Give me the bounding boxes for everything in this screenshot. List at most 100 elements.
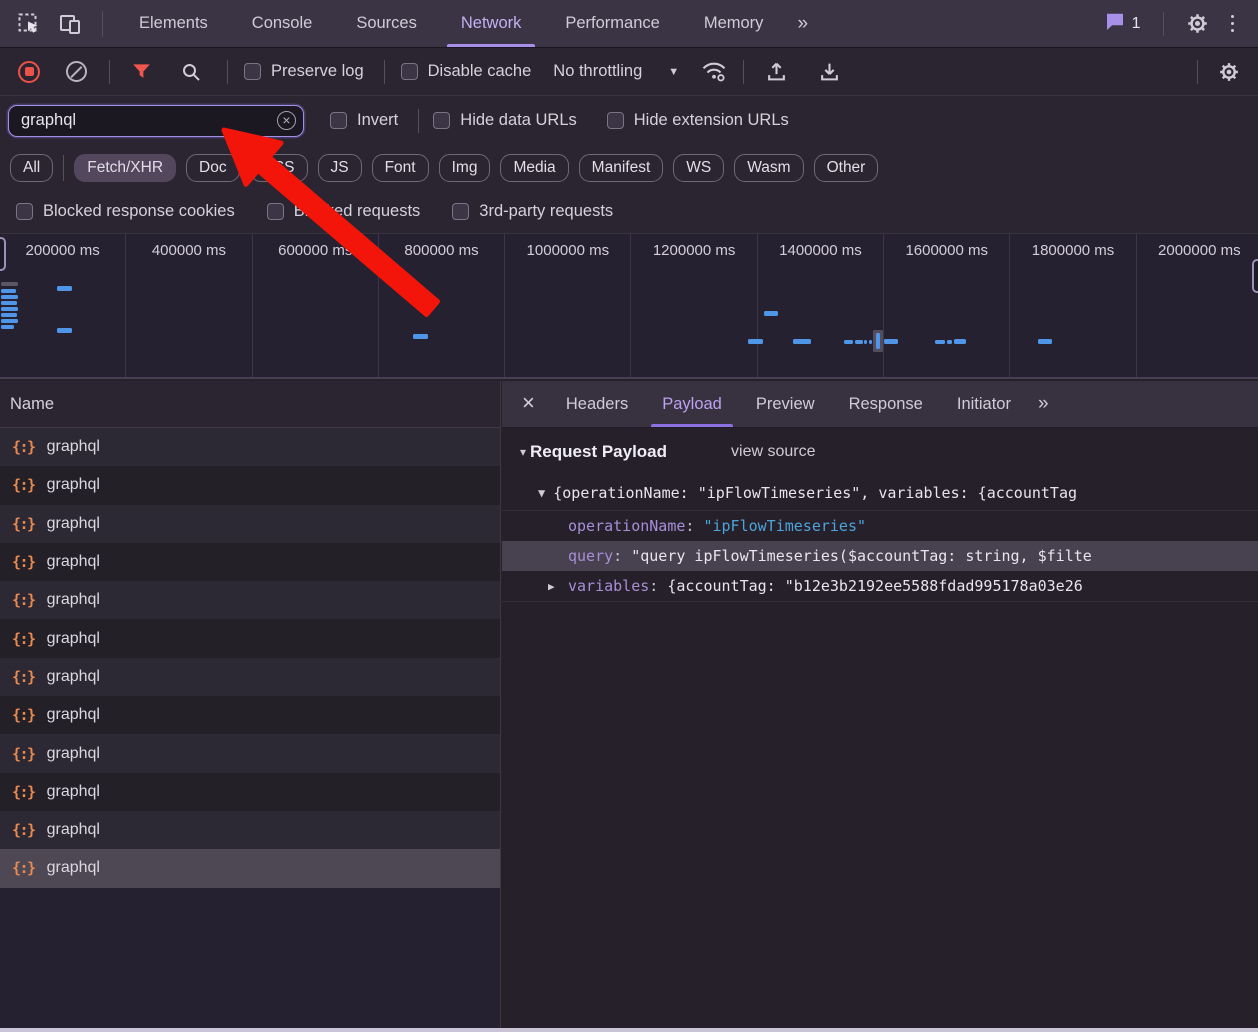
hide-extension-urls-checkbox[interactable] <box>607 112 624 129</box>
tab-elements[interactable]: Elements <box>117 0 230 47</box>
request-row[interactable]: {:}graphql <box>0 543 500 581</box>
tab-console[interactable]: Console <box>230 0 335 47</box>
chip-css[interactable]: CSS <box>250 154 308 182</box>
waterfall-bar <box>793 339 811 344</box>
blocked-requests-checkbox[interactable] <box>267 203 284 220</box>
network-overview-timeline[interactable]: 200000 ms400000 ms600000 ms800000 ms1000… <box>0 233 1258 379</box>
payload-entry-variables[interactable]: ▶variables: {accountTag: "b12e3b2192ee55… <box>502 571 1258 601</box>
waterfall-bar <box>876 333 880 349</box>
request-row[interactable]: {:}graphql <box>0 466 500 504</box>
checkbox-label: Blocked response cookies <box>43 202 235 221</box>
chip-fetch-xhr[interactable]: Fetch/XHR <box>74 154 176 182</box>
chip-all[interactable]: All <box>10 154 53 182</box>
request-row[interactable]: {:}graphql <box>0 734 500 772</box>
request-name: graphql <box>47 630 100 648</box>
expand-icon[interactable]: ▶ <box>548 580 564 593</box>
chip-other[interactable]: Other <box>814 154 879 182</box>
expand-icon[interactable]: ▼ <box>538 486 545 500</box>
request-row[interactable]: {:}graphql <box>0 428 500 466</box>
waterfall-bar <box>764 311 778 316</box>
details-tab-payload[interactable]: Payload <box>645 381 739 427</box>
chip-img[interactable]: Img <box>439 154 491 182</box>
disable-cache-checkbox[interactable] <box>401 63 418 80</box>
import-har-icon[interactable] <box>758 61 795 82</box>
hide-data-urls-checkbox[interactable] <box>433 112 450 129</box>
clear-icon[interactable] <box>66 61 87 82</box>
network-conditions-icon[interactable] <box>701 61 727 82</box>
preserve-log-label: Preserve log <box>271 62 364 81</box>
invert-checkbox[interactable] <box>330 112 347 129</box>
payload-entry-operationName[interactable]: operationName: "ipFlowTimeseries" <box>502 511 1258 541</box>
key-separator: : <box>685 517 703 535</box>
request-row[interactable]: {:}graphql <box>0 849 500 887</box>
close-details-icon[interactable]: × <box>502 390 549 418</box>
more-tabs-icon[interactable]: » <box>785 13 818 35</box>
network-settings-gear-icon[interactable] <box>1208 61 1258 83</box>
tab-sources[interactable]: Sources <box>334 0 439 47</box>
fetch-xhr-icon: {:} <box>12 668 35 686</box>
name-column-header[interactable]: Name <box>0 381 500 428</box>
chip-media[interactable]: Media <box>500 154 568 182</box>
chevron-down-icon: ▼ <box>668 66 679 78</box>
issues-button[interactable]: 1 <box>1099 11 1147 36</box>
search-icon[interactable] <box>173 62 209 82</box>
request-row[interactable]: {:}graphql <box>0 773 500 811</box>
filter-input[interactable] <box>9 111 253 130</box>
details-tab-initiator[interactable]: Initiator <box>940 381 1028 427</box>
blocked-response-cookies-checkbox[interactable] <box>16 203 33 220</box>
request-row[interactable]: {:}graphql <box>0 505 500 543</box>
view-source-link[interactable]: view source <box>731 443 815 461</box>
fetch-xhr-icon: {:} <box>12 859 35 877</box>
tab-performance[interactable]: Performance <box>543 0 681 47</box>
preserve-log-checkbox[interactable] <box>244 63 261 80</box>
key-separator: : <box>613 547 631 565</box>
throttling-select[interactable]: No throttling ▼ <box>553 62 679 81</box>
request-name: graphql <box>47 591 100 609</box>
request-row[interactable]: {:}graphql <box>0 581 500 619</box>
filter-icon[interactable] <box>124 63 159 80</box>
payload-key: query <box>568 547 613 565</box>
chip-font[interactable]: Font <box>372 154 429 182</box>
settings-gear-icon[interactable] <box>1180 12 1215 35</box>
tab-network[interactable]: Network <box>439 0 544 47</box>
window-bottom-edge <box>0 1028 1258 1032</box>
chip-ws[interactable]: WS <box>673 154 724 182</box>
key-separator: : <box>649 577 667 595</box>
details-more-tabs-icon[interactable]: » <box>1028 393 1057 415</box>
3rd-party-requests-checkbox[interactable] <box>452 203 469 220</box>
details-tab-response[interactable]: Response <box>832 381 940 427</box>
chip-doc[interactable]: Doc <box>186 154 240 182</box>
record-button[interactable] <box>18 61 40 83</box>
timeline-tick-label: 600000 ms <box>278 242 352 259</box>
chip-js[interactable]: JS <box>318 154 362 182</box>
chip-manifest[interactable]: Manifest <box>579 154 664 182</box>
filter-bar: × Invert Hide data URLs Hide extension U… <box>0 96 1258 145</box>
device-toolbar-icon[interactable] <box>58 11 84 37</box>
inspect-element-icon[interactable] <box>16 11 42 37</box>
details-tabbar: × HeadersPayloadPreviewResponseInitiator… <box>502 381 1258 428</box>
clear-filter-icon[interactable]: × <box>277 111 296 130</box>
kebab-menu-icon[interactable] <box>1221 9 1245 39</box>
request-name: graphql <box>47 745 100 763</box>
export-har-icon[interactable] <box>811 61 848 82</box>
payload-entry-query[interactable]: query: "query ipFlowTimeseries($accountT… <box>502 541 1258 571</box>
waterfall-bar <box>748 339 763 344</box>
request-row[interactable]: {:}graphql <box>0 658 500 696</box>
details-tab-preview[interactable]: Preview <box>739 381 832 427</box>
waterfall-bar <box>947 340 952 344</box>
overview-right-handle[interactable] <box>1252 259 1258 293</box>
chip-wasm[interactable]: Wasm <box>734 154 803 182</box>
invert-label: Invert <box>357 111 398 130</box>
requests-panel: Name {:}graphql{:}graphql{:}graphql{:}gr… <box>0 381 501 1028</box>
request-row[interactable]: {:}graphql <box>0 811 500 849</box>
details-tab-headers[interactable]: Headers <box>549 381 645 427</box>
devtools-tabbar: ElementsConsoleSourcesNetworkPerformance… <box>0 0 1258 48</box>
request-row[interactable]: {:}graphql <box>0 696 500 734</box>
overview-left-handle[interactable] <box>0 237 6 271</box>
request-row[interactable]: {:}graphql <box>0 619 500 657</box>
tab-memory[interactable]: Memory <box>682 0 786 47</box>
waterfall-bar <box>1 282 18 286</box>
fetch-xhr-icon: {:} <box>12 783 35 801</box>
section-collapse-icon[interactable]: ▾ <box>520 445 526 459</box>
payload-root-node[interactable]: ▼ {operationName: "ipFlowTimeseries", va… <box>502 478 1258 508</box>
